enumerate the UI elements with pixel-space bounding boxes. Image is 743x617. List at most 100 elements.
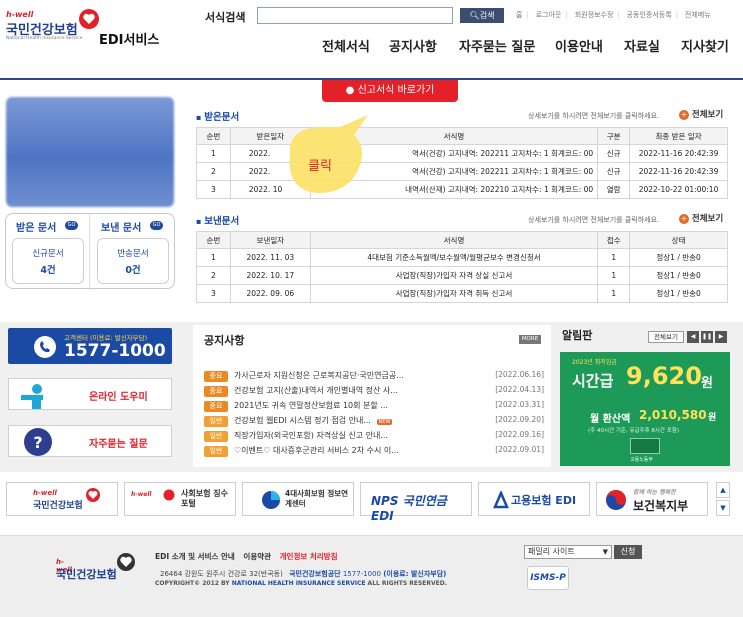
copyright-org: NATIONAL HEALTH INSURANCE SERVICE (231, 580, 366, 587)
doc-status-box: 받은 문서 GO 신규문서 4건 보낸 문서 GO 반송문서 0건 (5, 213, 175, 290)
heart-logo-icon (117, 553, 135, 571)
next-icon[interactable]: ▶ (715, 331, 727, 343)
cell-link[interactable]: 사업장(직장)가입자 자격 상실 신고서 (309, 266, 599, 285)
partner-insurance-portal[interactable]: h-well 사회보험 징수포털 (124, 482, 236, 516)
cell: 3 (196, 180, 231, 199)
util-home-link[interactable]: 홈 (516, 11, 522, 19)
received-doc-tab[interactable]: 받은 문서 (16, 219, 56, 234)
qr-code-icon (630, 438, 660, 454)
pause-icon[interactable]: ❚❚ (701, 331, 713, 343)
importance-badge: 일반 (204, 416, 228, 427)
search-input[interactable] (257, 7, 453, 24)
utility-links: 홈 | 로그아웃 | 회원정보수정 | 공동인증서등록 | 전체메뉴 (516, 11, 711, 19)
logo-tagline: h-well (6, 10, 34, 19)
partner-employment-edi[interactable]: 고용보험 EDI (478, 482, 590, 516)
heart-logo-icon (86, 488, 100, 502)
callcenter-banner[interactable]: 고객센터 (이용료: 발신자부담) 1577-1000 (8, 328, 172, 364)
received-view-all[interactable]: + 전체보기 (679, 108, 723, 120)
sent-view-all[interactable]: + 전체보기 (679, 212, 723, 224)
util-cert-link[interactable]: 공동인증서등록 (627, 11, 672, 19)
new-badge: NEW (376, 419, 393, 425)
notice-more-button[interactable]: MORE (519, 335, 541, 344)
gnb-library[interactable]: 자료실 (624, 36, 660, 55)
bullet-icon: ▪︎ (196, 217, 202, 226)
col-header: 구분 (597, 127, 631, 145)
cell: 2022. 11. 03 (229, 248, 311, 267)
annotation-text: 클릭 (308, 159, 332, 174)
banner-month-label: 월 환산액 (590, 414, 631, 425)
scroll-up-icon[interactable]: ▲ (716, 482, 730, 498)
partner-nps-edi[interactable]: NPS 국민연금 EDI (360, 482, 472, 523)
search-button[interactable]: 🔍︎검색 (460, 8, 504, 23)
cell: 2022. 10. 17 (229, 266, 311, 285)
scroll-down-icon[interactable]: ▼ (716, 500, 730, 516)
notice-item[interactable]: 중요 가사근로자 지원신청은 근로복지공단·국민연금공... [2022.06.1… (204, 370, 544, 384)
cell: 신규 (597, 144, 631, 163)
report-form-shortcut[interactable]: ● 신고서식 바로가기 (322, 80, 458, 102)
partner-mohw[interactable]: 함께 하는 행복한 보건복지부 (596, 482, 708, 516)
cell: 2022-11-16 20:42:39 (629, 162, 728, 181)
notice-date: [2022.04.13] (495, 385, 544, 394)
partner-nhis-tagline: h-well (33, 489, 57, 497)
prev-icon[interactable]: ◀ (687, 331, 699, 343)
table-row[interactable]: 3 2022. 09. 06 사업장(직장)가입자 자격 취득 신고서 1 정상… (196, 284, 728, 303)
partner-employment-label: 고용보험 EDI (511, 494, 577, 507)
util-logout-link[interactable]: 로그아웃 (536, 11, 562, 19)
person-icon (21, 384, 43, 409)
partner-portal-label: 사회보험 징수포털 (181, 489, 228, 508)
new-doc-card[interactable]: 신규문서 4건 (12, 238, 84, 284)
gnb-all-forms[interactable]: 전체서식 (322, 36, 370, 55)
cell-link[interactable]: 4대보험 기준소득월액/보수월액/월평균보수 변경신청서 (309, 248, 599, 267)
minimum-wage-banner[interactable]: 2023년 최저임금 시간급 9,620 원 월 환산액 2,010,580 원… (560, 352, 730, 466)
partner-mohw-slogan: 함께 하는 행복한 (633, 489, 676, 496)
importance-badge: 중요 (204, 371, 228, 382)
notice-date: [2022.09.16] (495, 430, 544, 439)
nhis-logo[interactable]: h-well 국민건강보험 National Health Insurance … (6, 9, 106, 50)
received-doc-panel: 받은 문서 GO 신규문서 4건 (6, 214, 90, 290)
gnb-faq[interactable]: 자주묻는 질문 (459, 36, 535, 55)
gnb-notice[interactable]: 공지사항 (389, 36, 437, 55)
family-site-go-button[interactable]: 신청 (614, 545, 642, 559)
online-help-button[interactable]: 온라인 도우미 (8, 378, 172, 410)
footer-address-line: 26464 강원도 원주시 건강로 32(반곡동) 국민건강보험공단 1577-… (160, 569, 446, 579)
importance-badge: 일반 (204, 446, 228, 457)
plus-icon: + (679, 214, 689, 224)
footer-phone-note: (이용료: 발신자부담) (383, 570, 447, 578)
notice-item[interactable]: 일반 ♡이벤트♡ 대사증후군관리 서비스 2차 수시 이... [2022.09.… (204, 445, 544, 459)
gnb-guide[interactable]: 이용안내 (555, 36, 603, 55)
table-row[interactable]: 2 2022. 10. 17 사업장(직장)가입자 자격 상실 신고서 1 정상… (196, 266, 728, 285)
sent-view-all-label: 전체보기 (691, 214, 724, 224)
notice-item[interactable]: 일반 건강보험 웹EDI 시스템 정기 점검 안내... NEW [2022.09… (204, 415, 544, 429)
service-name: EDI서비스 (99, 33, 160, 48)
return-doc-card[interactable]: 반송문서 0건 (97, 238, 169, 284)
footer-intro-link[interactable]: EDI 소개 및 서비스 안내 (155, 552, 235, 561)
return-doc-count: 0건 (125, 265, 141, 276)
alarm-title: 알림판 (562, 329, 593, 342)
received-go-button[interactable]: GO (65, 221, 78, 230)
faq-button[interactable]: ? 자주묻는 질문 (8, 425, 172, 457)
partner-nhis[interactable]: h-well 국민건강보험 (6, 482, 118, 516)
footer-terms-link[interactable]: 이용약관 (243, 552, 271, 561)
alarm-view-all-button[interactable]: 전체보기 (648, 331, 684, 343)
banner-month-amount: 2,010,580 (639, 408, 707, 422)
util-member-link[interactable]: 회원정보수정 (575, 11, 614, 19)
footer: h-well 국민건강보험 EDI 소개 및 서비스 안내 이용약관 개인정보 … (0, 535, 743, 617)
gnb-branch[interactable]: 지사찾기 (681, 36, 729, 55)
util-allmenu-link[interactable]: 전체메뉴 (685, 11, 711, 19)
header: h-well 국민건강보험 National Health Insurance … (0, 0, 743, 80)
bullet-icon: ▪︎ (196, 113, 202, 122)
cell-link[interactable]: 사업장(직장)가입자 자격 취득 신고서 (309, 284, 599, 303)
sent-doc-tab[interactable]: 보낸 문서 (101, 219, 141, 234)
notice-item[interactable]: 일반 직장가입자(외국인포함) 자격상실 신고 안내... [2022.09.16… (204, 430, 544, 444)
partner-4insurance[interactable]: 4대사회보험 정보연계센터 (242, 482, 354, 516)
family-site-select[interactable]: 패밀리 사이트 ▼ (524, 545, 612, 559)
search-label: 서식검색 (205, 11, 246, 24)
sent-go-button[interactable]: GO (150, 221, 163, 230)
cell: 2022. 09. 06 (229, 284, 311, 303)
notice-item[interactable]: 중요 2021년도 귀속 연말정산보험료 10회 분할 ... [2022.03.… (204, 400, 544, 414)
sent-section-header: ▪︎ 보낸문서 (196, 213, 239, 227)
notice-date: [2022.03.31] (495, 400, 544, 409)
table-row[interactable]: 1 2022. 11. 03 4대보험 기준소득월액/보수월액/월평균보수 변경… (196, 248, 728, 267)
footer-privacy-link[interactable]: 개인정보 처리방침 (280, 552, 338, 561)
notice-item[interactable]: 중요 건강보험 고지(산출)내역서 개인별내역 정산 사... [2022.04.… (204, 385, 544, 399)
